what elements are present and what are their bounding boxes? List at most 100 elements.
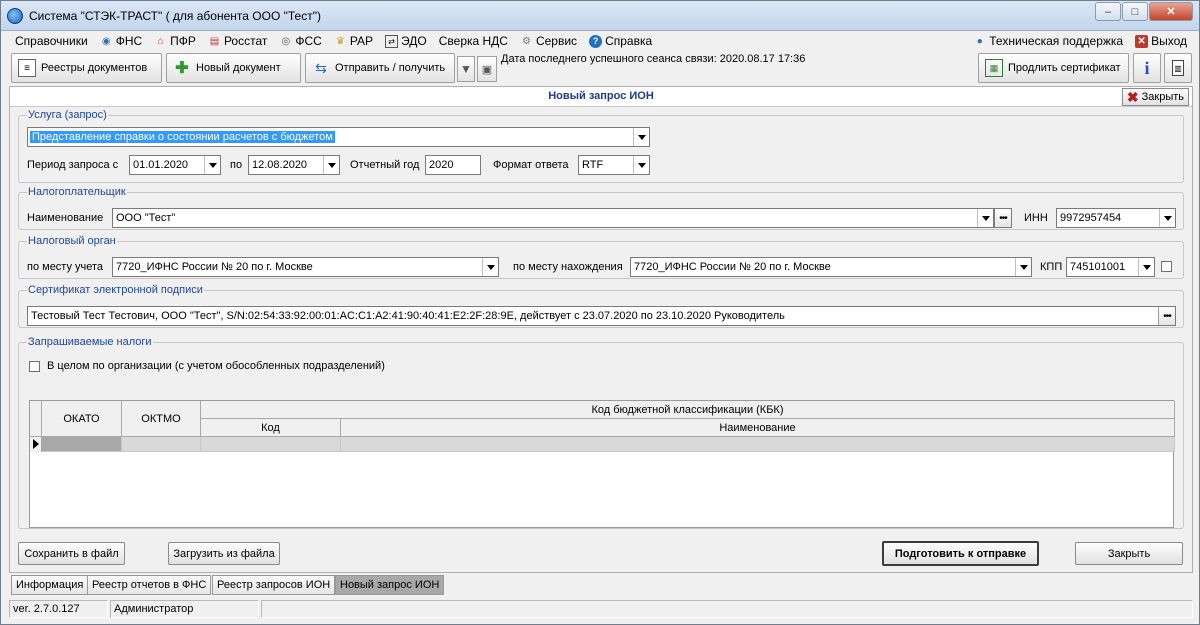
exit-icon: ✕ xyxy=(1135,34,1149,48)
column-okato[interactable]: ОКАТО xyxy=(42,401,122,437)
chevron-down-icon[interactable] xyxy=(204,156,220,174)
maximize-button[interactable]: □ xyxy=(1122,2,1148,21)
chevron-down-icon[interactable] xyxy=(633,128,649,146)
chevron-down-icon[interactable] xyxy=(1159,209,1175,227)
column-kbk-name[interactable]: Наименование xyxy=(341,419,1175,437)
year-field[interactable]: 2020 xyxy=(425,155,481,175)
close-window-button[interactable]: ✕ xyxy=(1149,2,1193,21)
info-button[interactable]: i xyxy=(1133,53,1161,83)
form-title: Новый запрос ИОН xyxy=(548,90,654,102)
to-label: по xyxy=(230,159,243,171)
menu-label: Сверка НДС xyxy=(438,34,508,48)
new-ion-request-form: Новый запрос ИОН ✖ Закрыть Услуга (запро… xyxy=(9,86,1193,573)
row-indicator xyxy=(30,437,42,452)
taxpayer-legend: Налогоплательщик xyxy=(28,186,126,198)
inn-select[interactable]: 9972957454 xyxy=(1056,208,1176,228)
cell-kbk-name[interactable] xyxy=(341,437,1175,452)
location-label: по месту нахождения xyxy=(513,261,623,273)
menu-rosstat[interactable]: ▤ Росстат xyxy=(202,31,273,51)
chevron-down-icon[interactable] xyxy=(482,258,498,276)
format-select[interactable]: RTF xyxy=(578,155,650,175)
new-document-button[interactable]: ✚ Новый документ xyxy=(166,53,301,83)
prepare-to-send-button[interactable]: Подготовить к отправке xyxy=(882,541,1039,566)
chevron-down-icon[interactable] xyxy=(1138,258,1154,276)
service-group: Услуга (запрос) Представление справки о … xyxy=(18,109,1184,183)
tab-new-ion-request[interactable]: Новый запрос ИОН xyxy=(335,575,445,595)
whole-org-checkbox[interactable] xyxy=(29,361,40,372)
menu-exit[interactable]: ✕ Выход xyxy=(1129,31,1193,51)
menu-fns[interactable]: ◉ ФНС xyxy=(94,31,148,51)
download-button[interactable]: ▼ xyxy=(457,56,475,82)
menu-help[interactable]: ? Справка xyxy=(583,31,658,51)
date-from-field[interactable]: 01.01.2020 xyxy=(129,155,221,175)
tab-fns-reports[interactable]: Реестр отчетов в ФНС xyxy=(87,575,212,595)
save-to-file-button[interactable]: Сохранить в файл xyxy=(18,542,125,565)
taxpayer-name-select[interactable]: ООО "Тест" xyxy=(112,208,994,228)
chevron-down-icon[interactable] xyxy=(977,209,993,227)
taxes-legend: Запрашиваемые налоги xyxy=(28,336,152,348)
menu-label: Техническая поддержка xyxy=(989,34,1124,48)
extend-certificate-button[interactable]: ▦ Продлить сертификат xyxy=(978,53,1129,83)
certificate-icon: ▦ xyxy=(985,59,1003,77)
menu-support[interactable]: ● Техническая поддержка xyxy=(967,31,1129,51)
ellipsis-icon: ••• xyxy=(999,212,1007,224)
document-list-icon: ≡ xyxy=(18,59,36,77)
status-empty xyxy=(261,600,1193,618)
reg-place-label: по месту учета xyxy=(27,261,104,273)
close-form-top-button[interactable]: ✖ Закрыть xyxy=(1121,88,1189,106)
tab-ion-requests[interactable]: Реестр запросов ИОН xyxy=(212,575,336,595)
taxpayer-name-value: ООО "Тест" xyxy=(116,212,176,224)
service-select[interactable]: Представление справки о состоянии расчет… xyxy=(27,127,650,147)
document-view-button[interactable]: ▥ xyxy=(1164,53,1192,83)
certificate-group: Сертификат электронной подписи Тестовый … xyxy=(18,284,1184,328)
menu-label: Справка xyxy=(605,34,653,48)
whole-org-label: В целом по организации (с учетом обособл… xyxy=(47,360,385,372)
support-icon: ● xyxy=(976,35,983,47)
minimize-button[interactable]: ‒ xyxy=(1095,2,1121,21)
year-label: Отчетный год xyxy=(350,159,420,171)
menu-label: ПФР xyxy=(170,34,196,48)
menu-vat-reconcile[interactable]: Сверка НДС xyxy=(433,31,514,51)
cell-kbk-code[interactable] xyxy=(201,437,341,452)
cell-oktmo[interactable] xyxy=(122,437,201,452)
kpp-label: КПП xyxy=(1040,261,1063,273)
certificate-field[interactable]: Тестовый Тест Тестович, ООО "Тест", S/N:… xyxy=(27,306,1176,326)
ellipsis-icon[interactable]: ••• xyxy=(1158,307,1175,325)
column-oktmo[interactable]: ОКТМО xyxy=(122,401,201,437)
menu-rar[interactable]: ♛ РАР xyxy=(328,31,379,51)
reg-place-select[interactable]: 7720_ИФНС России № 20 по г. Москве xyxy=(112,257,499,277)
tab-info[interactable]: Информация xyxy=(11,575,89,595)
export-button[interactable]: ▣ xyxy=(477,56,497,82)
chevron-down-icon[interactable] xyxy=(323,156,339,174)
title-bar: Система "СТЭК-ТРАСТ" ( для абонента ООО … xyxy=(1,1,1199,31)
row-indicator-header xyxy=(30,401,42,437)
menu-service[interactable]: ⚙ Сервис xyxy=(514,31,583,51)
certificate-legend: Сертификат электронной подписи xyxy=(28,284,203,296)
taxes-group: Запрашиваемые налоги В целом по организа… xyxy=(18,336,1184,529)
menu-pfr[interactable]: ⌂ ПФР xyxy=(148,31,202,51)
menu-directories[interactable]: Справочники xyxy=(9,31,94,51)
chevron-down-icon[interactable] xyxy=(1015,258,1031,276)
menu-fss[interactable]: ◎ ФСС xyxy=(273,31,327,51)
menu-label: ФНС xyxy=(115,34,143,48)
new-document-icon: ✚ xyxy=(175,60,189,77)
date-to-field[interactable]: 12.08.2020 xyxy=(248,155,340,175)
registries-button[interactable]: ≡ Реестры документов xyxy=(11,53,162,83)
column-kbk-group: Код бюджетной классификации (КБК) xyxy=(201,401,1175,419)
send-receive-button[interactable]: ⇆ Отправить / получить xyxy=(305,53,455,83)
chevron-down-icon[interactable] xyxy=(633,156,649,174)
menu-label: Сервис xyxy=(535,34,578,48)
year-value: 2020 xyxy=(429,159,454,171)
cell-okato[interactable] xyxy=(42,437,122,452)
menu-label: ЭДО xyxy=(401,34,427,48)
app-logo-icon xyxy=(7,8,23,24)
taxpayer-lookup-button[interactable]: ••• xyxy=(994,208,1012,228)
kpp-select[interactable]: 745101001 xyxy=(1066,257,1155,277)
menu-edo[interactable]: ⇄ ЭДО xyxy=(379,31,433,51)
registries-label: Реестры документов xyxy=(41,62,148,74)
kpp-checkbox[interactable] xyxy=(1161,261,1172,272)
close-button[interactable]: Закрыть xyxy=(1075,542,1183,565)
column-kbk-code[interactable]: Код xyxy=(201,419,341,437)
load-from-file-button[interactable]: Загрузить из файла xyxy=(168,542,280,565)
location-select[interactable]: 7720_ИФНС России № 20 по г. Москве xyxy=(630,257,1032,277)
